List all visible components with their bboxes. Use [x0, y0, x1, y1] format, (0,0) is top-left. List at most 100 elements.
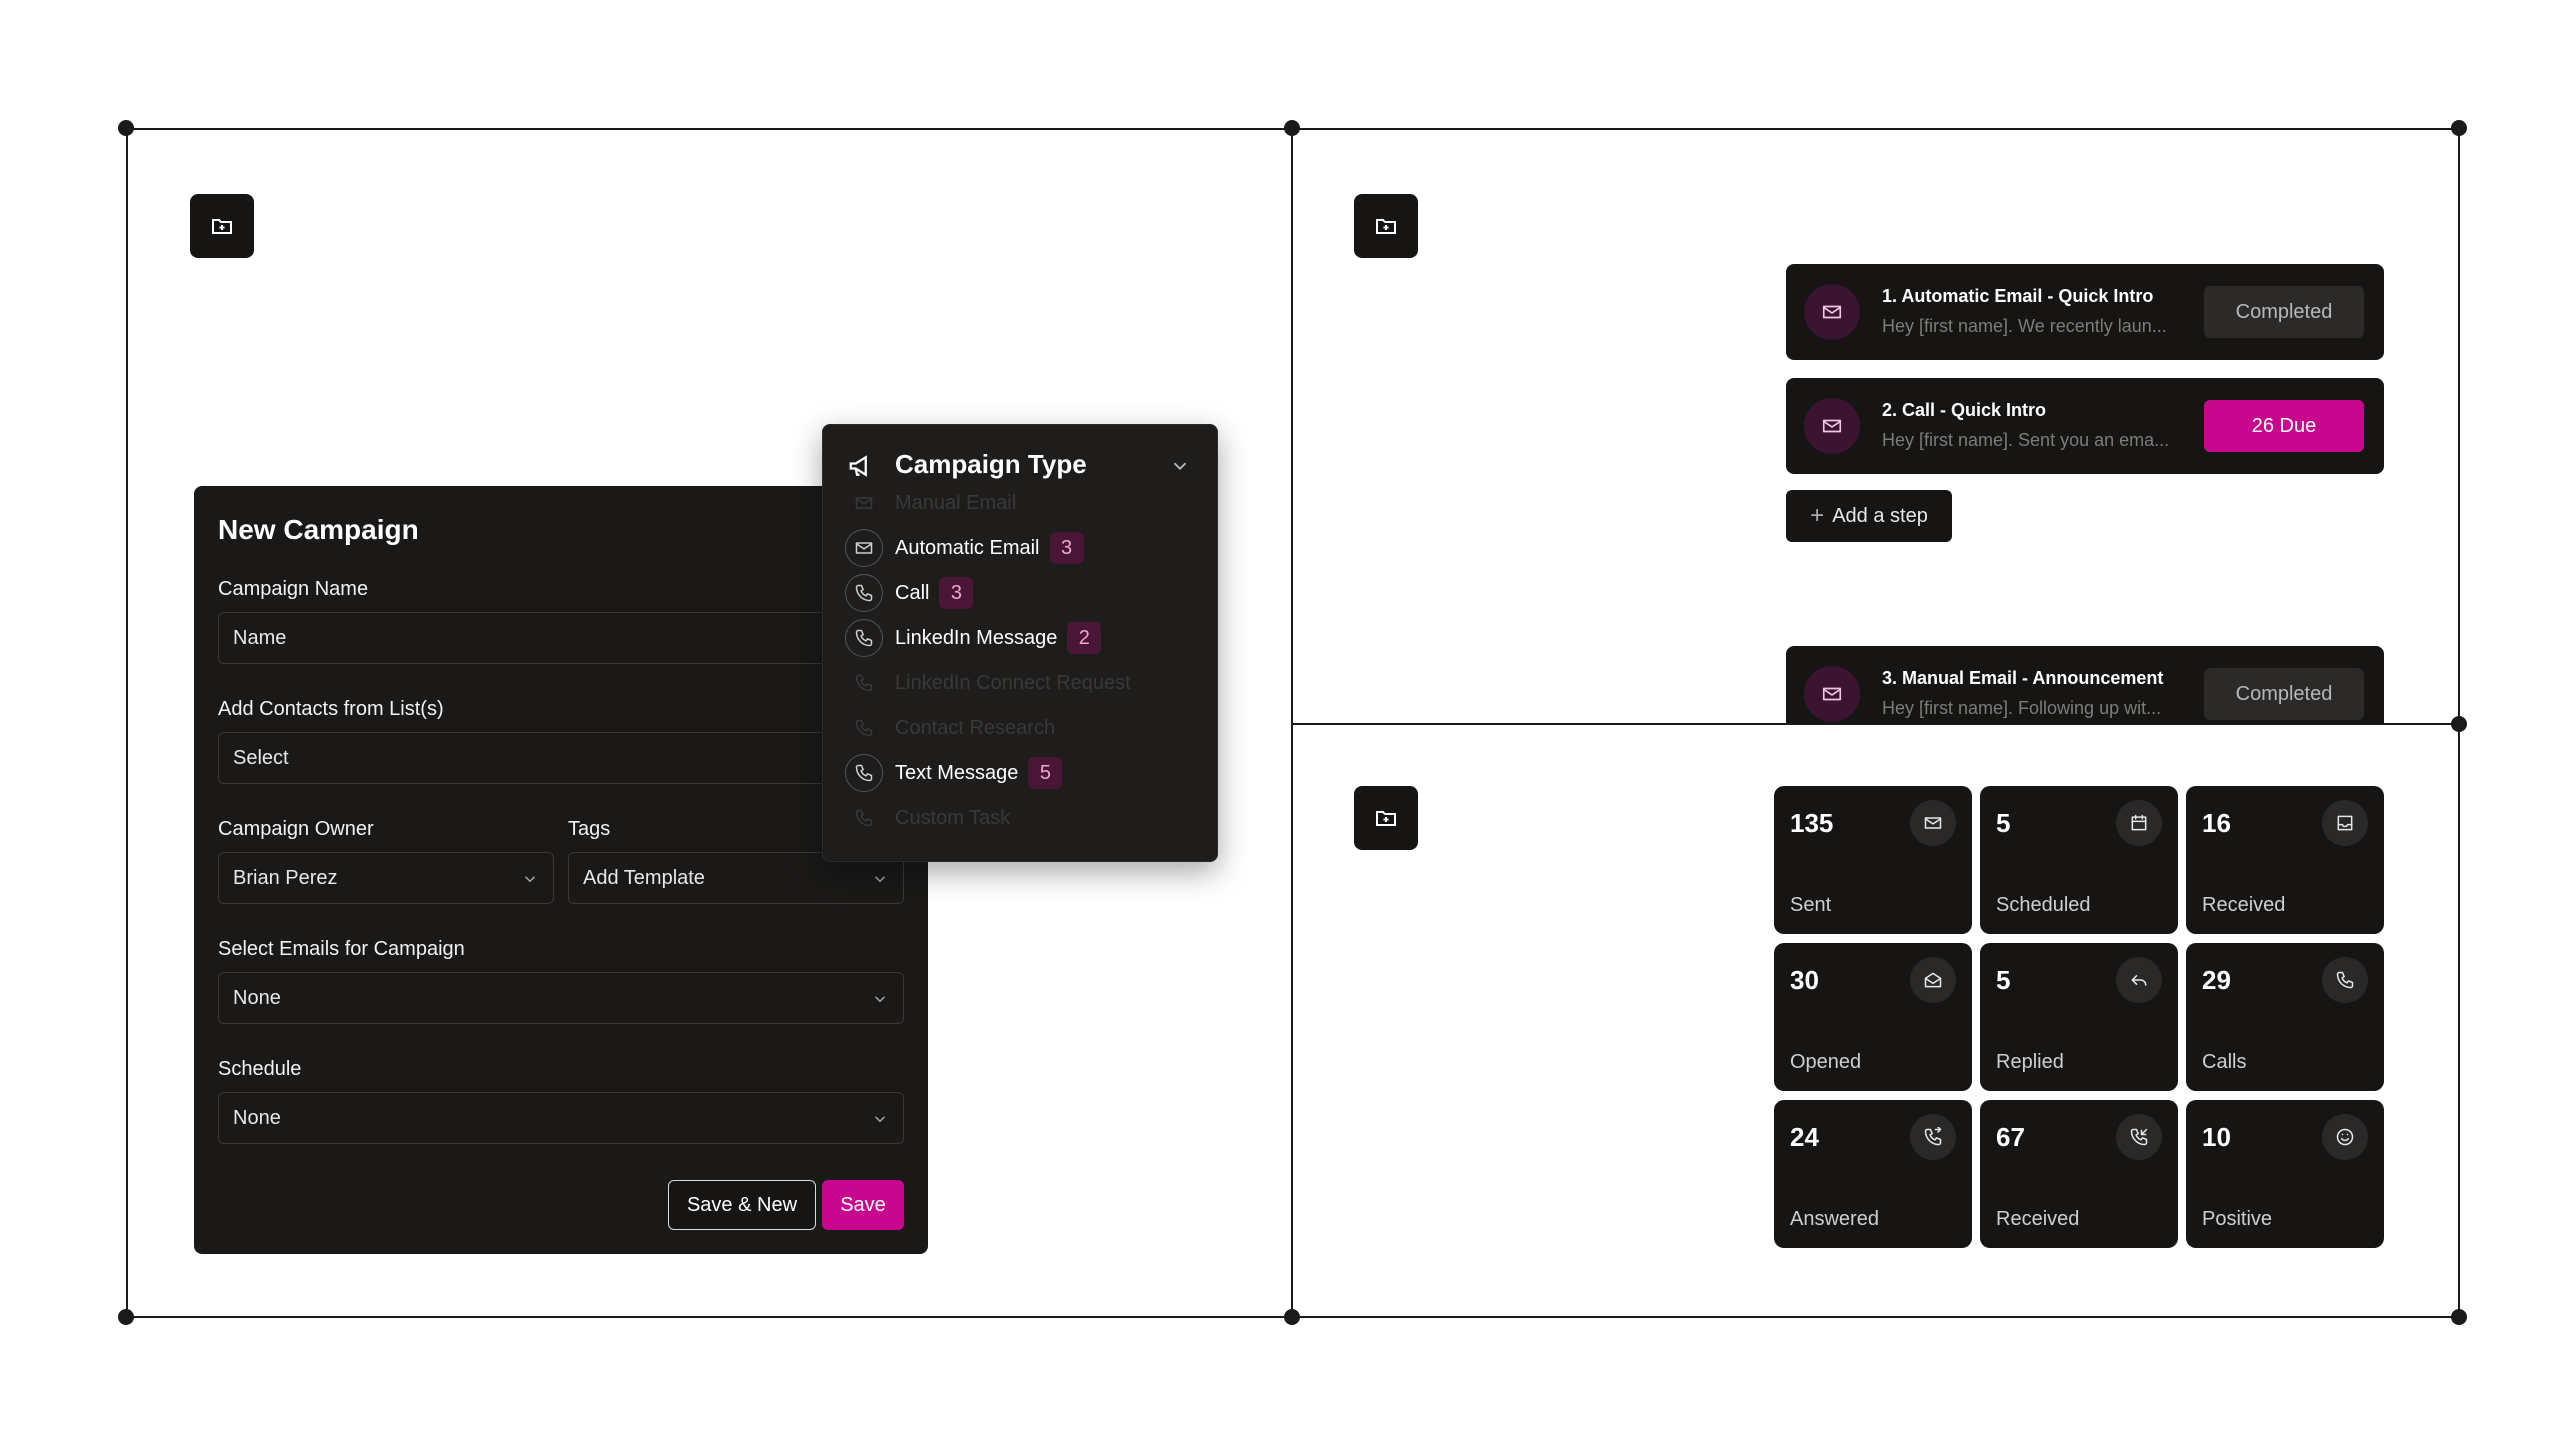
stat-icon-wrap [2116, 800, 2162, 846]
owner-label: Campaign Owner [218, 818, 374, 840]
step-mail-icon-wrap [1804, 284, 1860, 340]
stat-icon-wrap [2322, 800, 2368, 846]
mail-icon [1822, 305, 1842, 319]
stat-tile[interactable]: 16 Received [2186, 786, 2384, 934]
reply-icon [2131, 975, 2147, 986]
step-preview: Hey [first name]. Sent you an ema... [1882, 430, 2170, 450]
step-mail-icon-wrap [1804, 666, 1860, 722]
sequence-step[interactable]: 3. Manual Email - Announcement Hey [first… [1786, 646, 2384, 723]
stat-icon-wrap [2116, 957, 2162, 1003]
owner-select[interactable]: Brian Perez [218, 852, 554, 904]
campaign-type-option[interactable]: Custom Task [845, 798, 1010, 838]
step-status-button[interactable]: Completed [2204, 286, 2364, 338]
folder-plus-icon [1376, 219, 1396, 234]
stat-tile[interactable]: 5 Scheduled [1980, 786, 2178, 934]
mail-icon [855, 497, 873, 509]
campaign-name-input[interactable]: Name [218, 612, 904, 664]
schedule-value: None [233, 1106, 281, 1129]
mail-icon [1924, 817, 1942, 829]
emails-select[interactable]: None [218, 972, 904, 1024]
corner-dot [2451, 716, 2467, 732]
stat-label: Received [1996, 1208, 2080, 1230]
folder-plus-icon [1376, 811, 1396, 826]
phone-incoming-icon [2130, 1128, 2148, 1146]
stat-value: 16 [2202, 808, 2231, 838]
stat-label: Sent [1790, 894, 1832, 916]
stat-value: 135 [1790, 808, 1834, 838]
chevron-down-icon [874, 876, 886, 883]
phone-icon-wrap [845, 709, 883, 747]
campaign-type-option[interactable]: LinkedIn Connect Request [845, 663, 1131, 703]
folder-plus-button[interactable] [1354, 194, 1418, 258]
stat-value: 67 [1996, 1122, 2025, 1152]
stat-tile[interactable]: 30 Opened [1774, 943, 1972, 1091]
stat-tile[interactable]: 135 Sent [1774, 786, 1972, 934]
save-and-new-button[interactable]: Save & New [668, 1180, 816, 1230]
phone-icon-wrap [845, 799, 883, 837]
phone-icon [855, 629, 873, 647]
chevron-down-icon[interactable] [1169, 455, 1191, 477]
stat-value: 29 [2202, 965, 2231, 995]
phone-icon-wrap [845, 754, 883, 792]
stat-icon-wrap [2322, 1114, 2368, 1160]
campaign-type-option[interactable]: Call 3 [845, 573, 974, 613]
stat-icon-wrap [1910, 800, 1956, 846]
stat-tile[interactable]: 29 Calls [2186, 943, 2384, 1091]
emails-value: None [233, 986, 281, 1009]
modal-title: New Campaign [218, 514, 419, 545]
campaign-type-option[interactable]: Manual Email [845, 483, 1016, 523]
contacts-select[interactable]: Select [218, 732, 904, 784]
phone-icon [855, 719, 873, 737]
emails-label: Select Emails for Campaign [218, 938, 465, 960]
campaign-type-option-label: Manual Email [895, 491, 1017, 514]
stat-value: 5 [1996, 808, 2011, 838]
sequence-step[interactable]: 2. Call - Quick Intro Hey [first name]. S… [1786, 378, 2384, 474]
stat-icon-wrap [2116, 1114, 2162, 1160]
count-badge: 3 [939, 577, 974, 609]
stat-label: Scheduled [1996, 894, 2091, 916]
stat-value: 24 [1790, 1122, 1819, 1152]
campaign-type-option[interactable]: Text Message 5 [845, 753, 1063, 793]
stat-tile[interactable]: 10 Positive [2186, 1100, 2384, 1248]
corner-dot [2451, 120, 2467, 136]
stat-tile[interactable]: 67 Received [1980, 1100, 2178, 1248]
step-preview: Hey [first name]. We recently laun... [1882, 316, 2167, 336]
corner-dot [1284, 1309, 1300, 1325]
corner-dot [2451, 1309, 2467, 1325]
stat-icon-wrap [1910, 1114, 1956, 1160]
frame-left [126, 128, 128, 1318]
stat-icon-wrap [1910, 957, 1956, 1003]
stat-tile[interactable]: 5 Replied [1980, 943, 2178, 1091]
stat-value: 5 [1996, 965, 2011, 995]
campaign-type-option[interactable]: Automatic Email 3 [845, 528, 1084, 568]
step-status-button[interactable]: 26 Due [2204, 400, 2364, 452]
folder-plus-icon [212, 219, 232, 234]
stat-tile[interactable]: 24 Answered [1774, 1100, 1972, 1248]
count-badge: 2 [1067, 622, 1102, 654]
schedule-select[interactable]: None [218, 1092, 904, 1144]
stat-icon-wrap [2322, 957, 2368, 1003]
campaign-type-option[interactable]: LinkedIn Message 2 [845, 618, 1102, 658]
stat-label: Opened [1790, 1051, 1862, 1073]
folder-plus-button[interactable] [1354, 786, 1418, 850]
campaign-type-option-label: Contact Research [895, 716, 1056, 739]
mail-icon [855, 542, 873, 554]
sequence-step[interactable]: 1. Automatic Email - Quick Intro Hey [fir… [1786, 264, 2384, 360]
step-status-button[interactable]: Completed [2204, 668, 2364, 720]
phone-icon [855, 584, 873, 602]
phone-icon-wrap [845, 619, 883, 657]
frame-divider [1292, 723, 2460, 725]
stat-label: Answered [1790, 1208, 1879, 1230]
phone-icon [2336, 971, 2354, 989]
stat-value: 30 [1790, 965, 1819, 995]
chevron-down-icon [874, 1116, 886, 1123]
add-step-button[interactable]: + Add a step [1786, 490, 1952, 542]
folder-plus-button[interactable] [190, 194, 254, 258]
step-title: 1. Automatic Email - Quick Intro [1882, 286, 2154, 306]
campaign-type-option-label: Automatic Email [895, 536, 1040, 559]
plus-icon: + [1810, 502, 1825, 529]
calendar-icon [2131, 814, 2147, 831]
campaign-type-option[interactable]: Contact Research [845, 708, 1055, 748]
chevron-down-icon [874, 996, 886, 1003]
save-button[interactable]: Save [822, 1180, 904, 1230]
